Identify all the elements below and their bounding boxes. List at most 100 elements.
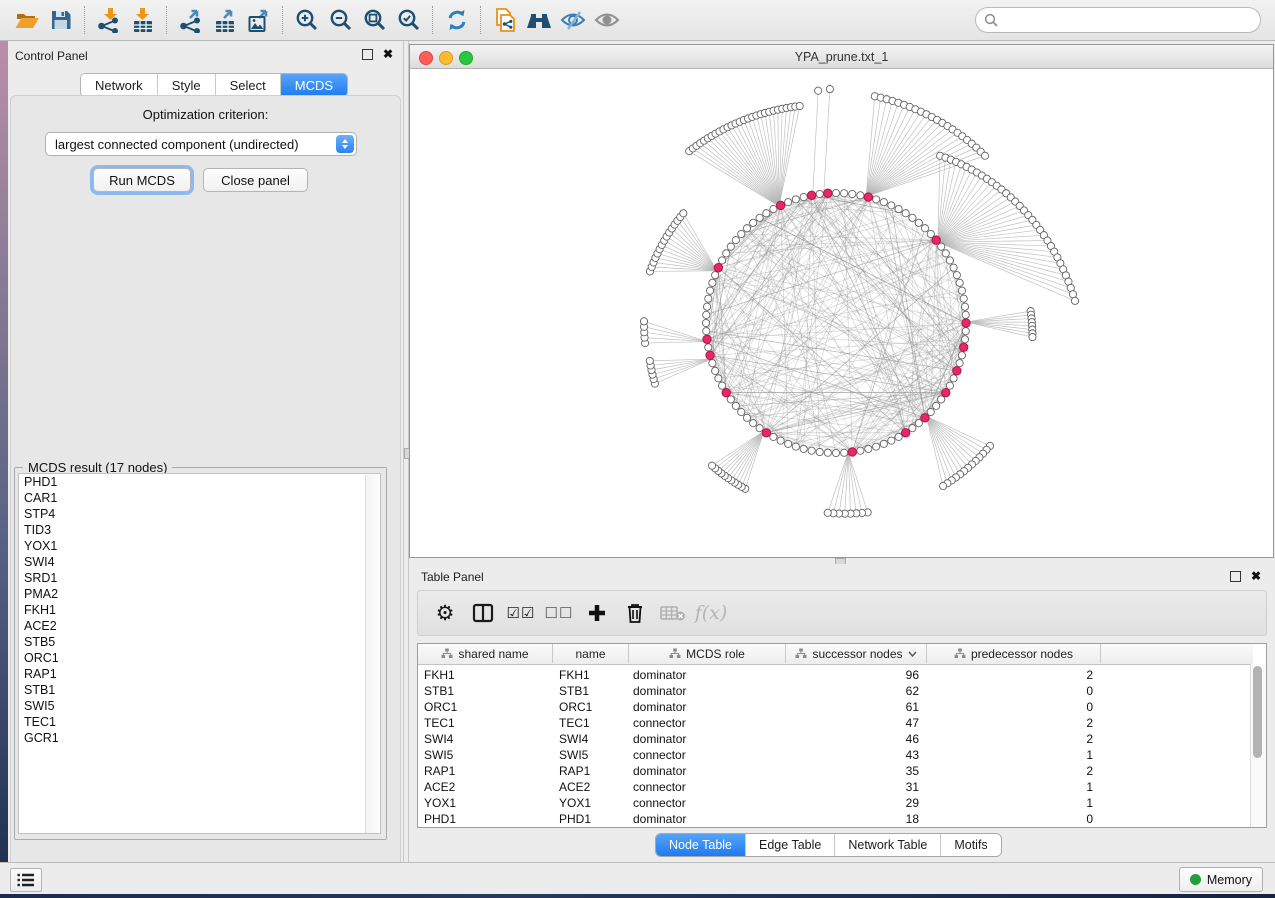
cell-name[interactable]: FKH1 <box>559 667 625 683</box>
search-input[interactable] <box>999 12 1260 28</box>
cell-mcds-role[interactable]: dominator <box>633 731 780 747</box>
tab-motifs[interactable]: Motifs <box>941 834 1000 856</box>
mcds-node-item[interactable]: PHD1 <box>19 474 380 490</box>
save-session-button[interactable] <box>44 4 78 36</box>
search-network-button[interactable] <box>522 4 556 36</box>
cell-mcds-role[interactable]: dominator <box>633 763 780 779</box>
ring-node[interactable] <box>895 205 902 212</box>
mcds-node-item[interactable]: TEC1 <box>19 714 380 730</box>
mcds-node-item[interactable]: GCR1 <box>19 730 380 746</box>
cell-predecessor-nodes[interactable]: 1 <box>927 779 1093 795</box>
mcds-node-item[interactable]: SWI4 <box>19 554 380 570</box>
cell-mcds-role[interactable]: connector <box>633 779 780 795</box>
mcds-hub-node[interactable] <box>959 343 967 351</box>
column-header-name[interactable]: name <box>553 644 629 663</box>
cell-successor-nodes[interactable]: 29 <box>786 795 919 811</box>
clone-network-button[interactable] <box>488 4 522 36</box>
ring-node[interactable] <box>785 440 792 447</box>
ring-node[interactable] <box>873 196 880 203</box>
close-panel-button[interactable]: Close panel <box>203 168 308 192</box>
cell-mcds-role[interactable]: dominator <box>633 699 780 715</box>
ring-node[interactable] <box>956 279 963 286</box>
ring-node[interactable] <box>921 225 928 232</box>
mcds-node-item[interactable]: PMA2 <box>19 586 380 602</box>
mcds-hub-node[interactable] <box>776 201 784 209</box>
cell-name[interactable]: RAP1 <box>559 763 625 779</box>
show-columns-button[interactable] <box>464 595 502 631</box>
cell-predecessor-nodes[interactable]: 2 <box>927 667 1093 683</box>
leaf-node[interactable] <box>1029 333 1036 340</box>
network-graph[interactable] <box>410 69 1273 557</box>
ring-node[interactable] <box>756 425 763 432</box>
ring-node[interactable] <box>841 449 848 456</box>
ring-node[interactable] <box>880 199 887 206</box>
mcds-hub-node[interactable] <box>706 351 714 359</box>
cell-shared-name[interactable]: SWI4 <box>424 731 549 747</box>
cell-mcds-role[interactable]: dominator <box>633 683 780 699</box>
delete-columns-button[interactable] <box>616 595 654 631</box>
ring-node[interactable] <box>743 225 750 232</box>
ring-node[interactable] <box>743 414 750 421</box>
ring-node[interactable] <box>857 447 864 454</box>
ring-node[interactable] <box>942 250 949 257</box>
leaf-node[interactable] <box>646 357 653 364</box>
close-panel-icon[interactable]: ✖ <box>1251 572 1261 581</box>
cell-predecessor-nodes[interactable]: 0 <box>927 699 1093 715</box>
tab-edge-table[interactable]: Edge Table <box>746 834 835 856</box>
ring-node[interactable] <box>895 433 902 440</box>
ring-node[interactable] <box>956 360 963 367</box>
ring-node[interactable] <box>756 214 763 221</box>
ring-node[interactable] <box>902 210 909 217</box>
mcds-node-item[interactable]: RAP1 <box>19 666 380 682</box>
ring-node[interactable] <box>933 402 940 409</box>
ring-node[interactable] <box>962 328 969 335</box>
ring-node[interactable] <box>824 449 831 456</box>
mcds-hub-node[interactable] <box>864 193 872 201</box>
mcds-hub-node[interactable] <box>848 448 856 456</box>
export-network-button[interactable] <box>174 4 208 36</box>
mcds-list-scrollbar[interactable] <box>365 475 379 834</box>
zoom-fit-button[interactable] <box>358 4 392 36</box>
ring-node[interactable] <box>950 375 957 382</box>
leaf-node[interactable] <box>796 102 803 109</box>
leaf-node[interactable] <box>1071 297 1078 304</box>
network-search-box[interactable] <box>975 7 1261 33</box>
mcds-hub-node[interactable] <box>722 388 730 396</box>
ring-node[interactable] <box>727 396 734 403</box>
leaf-node[interactable] <box>824 509 831 516</box>
mcds-node-item[interactable]: SRD1 <box>19 570 380 586</box>
cell-name[interactable]: STB1 <box>559 683 625 699</box>
mcds-node-item[interactable]: ACE2 <box>19 618 380 634</box>
cell-successor-nodes[interactable]: 96 <box>786 667 919 683</box>
hide-selected-button[interactable] <box>556 4 590 36</box>
ring-node[interactable] <box>880 440 887 447</box>
ring-node[interactable] <box>703 311 710 318</box>
cell-shared-name[interactable]: PHD1 <box>424 811 549 827</box>
tab-select[interactable]: Select <box>216 74 281 96</box>
cell-predecessor-nodes[interactable]: 1 <box>927 747 1093 763</box>
ring-node[interactable] <box>703 328 710 335</box>
cell-shared-name[interactable]: TEC1 <box>424 715 549 731</box>
column-header-MCDS-role[interactable]: MCDS role <box>629 644 786 663</box>
show-hidden-button[interactable] <box>590 4 624 36</box>
mcds-hub-node[interactable] <box>953 367 961 375</box>
scrollbar-thumb[interactable] <box>1253 666 1262 758</box>
ring-node[interactable] <box>785 199 792 206</box>
cell-mcds-role[interactable]: connector <box>633 747 780 763</box>
mcds-node-item[interactable]: TID3 <box>19 522 380 538</box>
cell-shared-name[interactable]: YOX1 <box>424 795 549 811</box>
mcds-hub-node[interactable] <box>714 263 722 271</box>
import-network-button[interactable] <box>92 4 126 36</box>
cell-successor-nodes[interactable]: 46 <box>786 731 919 747</box>
column-header-shared-name[interactable]: shared name <box>418 644 553 663</box>
ring-node[interactable] <box>792 196 799 203</box>
cell-successor-nodes[interactable]: 47 <box>786 715 919 731</box>
refresh-view-button[interactable] <box>440 4 474 36</box>
ring-node[interactable] <box>816 448 823 455</box>
ring-node[interactable] <box>718 257 725 264</box>
column-header-successor-nodes[interactable]: successor nodes <box>786 644 927 663</box>
table-options-button[interactable]: ⚙ <box>426 595 464 631</box>
ring-node[interactable] <box>888 202 895 209</box>
tab-node-table[interactable]: Node Table <box>656 834 746 856</box>
zoom-in-button[interactable] <box>290 4 324 36</box>
